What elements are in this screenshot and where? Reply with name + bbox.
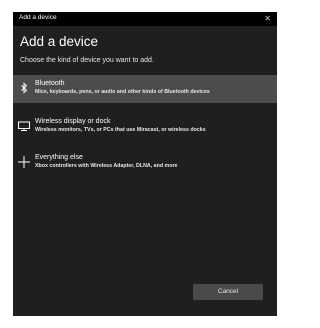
option-title: Everything else — [35, 154, 83, 161]
option-description: Xbox controllers with Wireless Adapter, … — [35, 163, 178, 169]
option-title: Bluetooth — [35, 80, 65, 87]
bluetooth-icon — [17, 81, 31, 95]
option-description: Mice, keyboards, pens, or audio and othe… — [35, 89, 210, 95]
window-title: Add a device — [19, 14, 57, 21]
monitor-icon — [17, 119, 31, 133]
close-button[interactable]: ✕ — [264, 13, 271, 24]
option-title: Wireless display or dock — [35, 118, 111, 125]
option-everything-else[interactable]: Everything else Xbox controllers with Wi… — [13, 149, 277, 177]
option-wireless-display[interactable]: Wireless display or dock Wireless monito… — [13, 113, 277, 141]
option-bluetooth[interactable]: Bluetooth Mice, keyboards, pens, or audi… — [13, 75, 277, 103]
page-subtitle: Choose the kind of device you want to ad… — [20, 57, 154, 64]
option-description: Wireless monitors, TVs, or PCs that use … — [35, 127, 206, 133]
cancel-button[interactable]: Cancel — [193, 284, 263, 300]
title-bar: Add a device ✕ — [13, 12, 277, 26]
add-device-dialog: Add a device ✕ Add a device Choose the k… — [13, 12, 277, 316]
page-title: Add a device — [20, 34, 99, 49]
plus-icon — [17, 155, 31, 169]
